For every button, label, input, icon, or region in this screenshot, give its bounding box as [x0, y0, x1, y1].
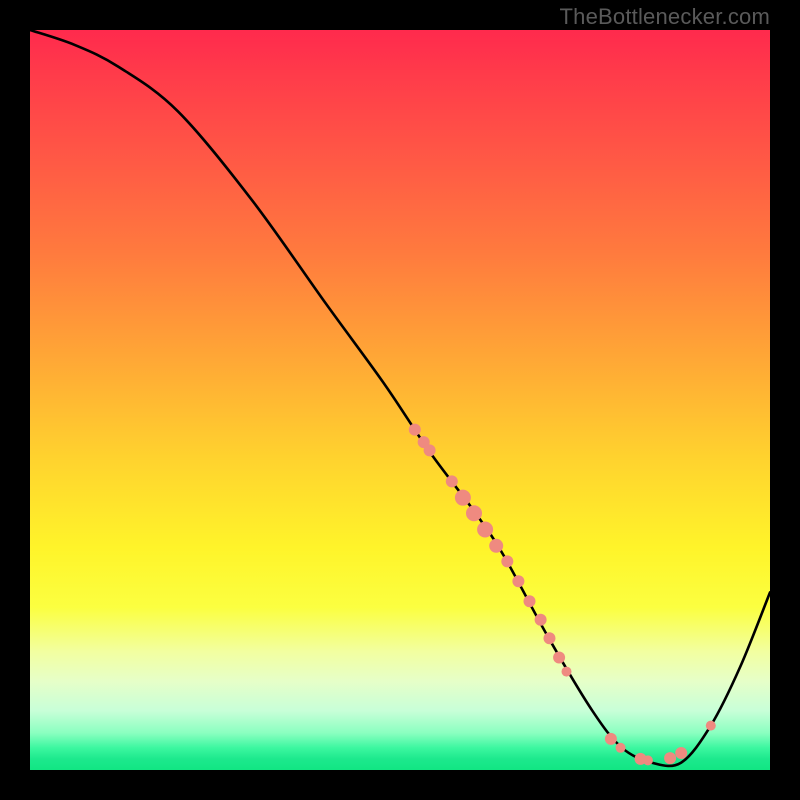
highlight-points: [409, 424, 716, 766]
marker-point: [535, 614, 547, 626]
marker-point: [543, 632, 555, 644]
marker-point: [524, 595, 536, 607]
chart-stage: TheBottlenecker.com: [0, 0, 800, 800]
marker-point: [409, 424, 421, 436]
marker-point: [616, 743, 626, 753]
marker-point: [675, 747, 687, 759]
chart-svg: [30, 30, 770, 770]
marker-point: [489, 539, 503, 553]
marker-point: [466, 505, 482, 521]
marker-point: [446, 475, 458, 487]
marker-point: [706, 721, 716, 731]
marker-point: [553, 652, 565, 664]
bottleneck-curve: [30, 30, 770, 766]
marker-point: [477, 522, 493, 538]
marker-point: [455, 490, 471, 506]
marker-point: [562, 667, 572, 677]
marker-point: [643, 755, 653, 765]
plot-area: [30, 30, 770, 770]
marker-point: [664, 752, 676, 764]
marker-point: [512, 575, 524, 587]
marker-point: [501, 555, 513, 567]
watermark-text: TheBottlenecker.com: [560, 4, 770, 30]
marker-point: [424, 444, 436, 456]
marker-point: [605, 733, 617, 745]
